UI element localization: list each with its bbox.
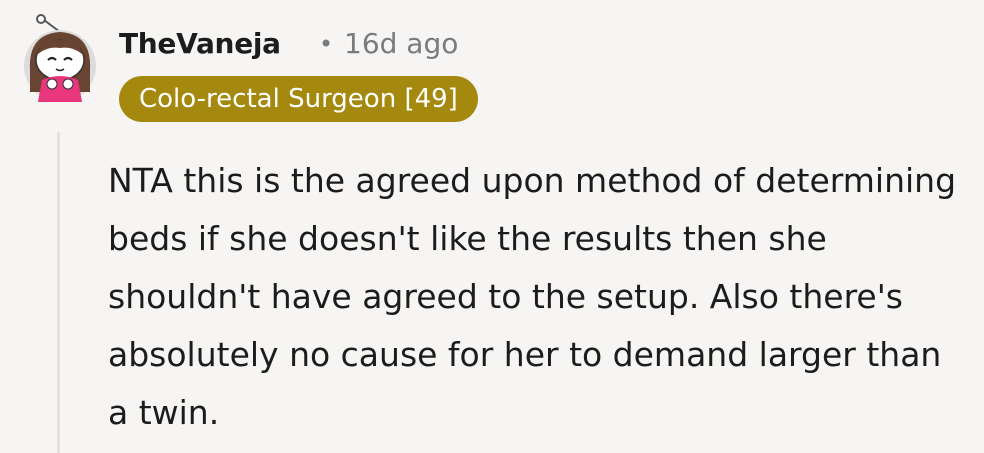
comment-author[interactable]: TheVaneja xyxy=(119,24,281,64)
comment-timestamp[interactable]: 16d ago xyxy=(344,24,458,64)
snoo-avatar-icon xyxy=(24,14,96,102)
user-flair-badge: Colo-rectal Surgeon [49] xyxy=(119,76,478,122)
meta-separator: • xyxy=(319,30,334,58)
user-avatar[interactable] xyxy=(14,14,104,104)
thread-collapse-line[interactable] xyxy=(57,132,60,453)
comment: TheVaneja • 16d ago Colo-rectal Surgeon … xyxy=(0,0,984,453)
comment-body: NTA this is the agreed upon method of de… xyxy=(108,161,957,432)
